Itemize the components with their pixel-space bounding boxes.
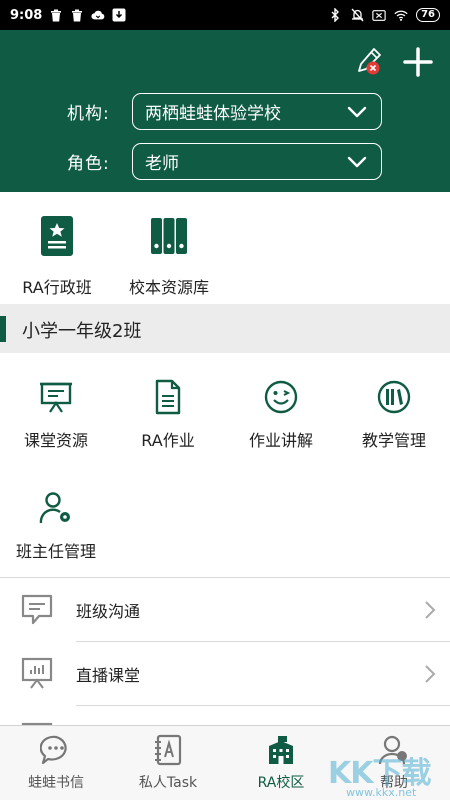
feature-grid: 课堂资源 RA作业 作业讲解 教学管理 班主任管理 xyxy=(0,353,450,577)
tile-label: 校本资源库 xyxy=(128,278,209,297)
feature-teaching-management[interactable]: 教学管理 xyxy=(338,379,450,451)
status-bar: 9:08 76 xyxy=(0,0,450,30)
list-item-partial[interactable] xyxy=(0,706,450,725)
list-item-class-communication[interactable]: 班级沟通 xyxy=(0,578,450,642)
chevron-down-icon xyxy=(347,154,367,168)
wifi-icon xyxy=(394,8,408,22)
badge-star-icon xyxy=(37,214,77,258)
feature-label: 教学管理 xyxy=(361,431,426,450)
no-sim-icon xyxy=(372,8,386,22)
user-settings-icon xyxy=(38,490,74,526)
feature-ra-homework[interactable]: RA作业 xyxy=(112,379,224,451)
battery-indicator: 76 xyxy=(416,8,440,22)
binders-icon xyxy=(149,214,189,258)
tile-resource-library[interactable]: 校本资源库 xyxy=(119,214,219,298)
chat-bubble-icon xyxy=(20,592,54,626)
chevron-right-icon xyxy=(424,600,436,620)
chevron-right-icon xyxy=(424,664,436,684)
feature-label: 课堂资源 xyxy=(23,431,88,450)
school-building-icon xyxy=(265,734,297,766)
bluetooth-icon xyxy=(328,8,342,22)
plus-icon xyxy=(402,47,434,82)
download-icon xyxy=(112,8,126,22)
feature-homework-explain[interactable]: 作业讲解 xyxy=(225,379,337,451)
org-row: 机构: 两栖蛙蛙体验学校 xyxy=(0,92,450,130)
role-value: 老师 xyxy=(145,153,179,174)
status-time: 9:08 xyxy=(10,7,43,23)
nav-help[interactable]: 帮助 xyxy=(338,726,450,800)
list-item-label: 直播课堂 xyxy=(76,666,141,685)
nav-label: 帮助 xyxy=(380,775,408,791)
role-label: 角色: xyxy=(67,153,110,174)
feature-label: RA作业 xyxy=(141,431,195,450)
chat-dots-icon xyxy=(39,734,72,766)
org-select[interactable]: 两栖蛙蛙体验学校 xyxy=(132,92,382,130)
org-label: 机构: xyxy=(67,103,110,124)
list-item-label: 班级沟通 xyxy=(76,602,141,621)
feature-class-resources[interactable]: 课堂资源 xyxy=(0,379,112,451)
menu-list: 班级沟通 直播课堂 xyxy=(0,577,450,725)
bottom-nav: 蛙蛙书信 私人Task RA校区 帮助 xyxy=(0,725,450,800)
chevron-down-icon xyxy=(347,104,367,118)
org-value: 两栖蛙蛙体验学校 xyxy=(145,103,281,124)
class-title: 小学一年级2班 xyxy=(22,321,142,342)
edit-button[interactable] xyxy=(356,46,384,76)
tile-label: RA行政班 xyxy=(22,278,92,297)
feature-head-teacher-management[interactable]: 班主任管理 xyxy=(0,490,112,562)
tile-ra-admin-class[interactable]: RA行政班 xyxy=(8,214,106,298)
nav-private-task[interactable]: 私人Task xyxy=(112,726,224,800)
quick-tiles: RA行政班 校本资源库 xyxy=(0,192,450,300)
role-select[interactable]: 老师 xyxy=(132,142,382,180)
notebook-a-icon xyxy=(152,734,184,766)
list-item-live-class[interactable]: 直播课堂 xyxy=(0,642,450,706)
class-bar-accent xyxy=(0,316,6,342)
books-circle-icon xyxy=(376,379,412,415)
class-bar[interactable]: 小学一年级2班 xyxy=(0,304,450,353)
feature-label: 班主任管理 xyxy=(15,542,96,561)
presentation-board-icon xyxy=(38,379,74,415)
help-user-icon xyxy=(378,734,410,766)
nav-letters[interactable]: 蛙蛙书信 xyxy=(0,726,112,800)
role-row: 角色: 老师 xyxy=(0,142,450,180)
wink-face-icon xyxy=(263,379,299,415)
nav-label: 私人Task xyxy=(138,775,198,791)
trash-icon xyxy=(49,8,63,22)
pencil-icon xyxy=(356,48,384,80)
feature-label: 作业讲解 xyxy=(248,431,313,450)
header: 机构: 两栖蛙蛙体验学校 角色: 老师 xyxy=(0,30,450,192)
bell-off-icon xyxy=(350,8,364,22)
nav-label: RA校区 xyxy=(257,775,305,791)
document-icon xyxy=(150,379,186,415)
cloud-icon xyxy=(91,8,105,22)
live-board-icon xyxy=(20,656,54,690)
trash-icon xyxy=(70,8,84,22)
nav-label: 蛙蛙书信 xyxy=(28,775,84,791)
nav-ra-campus[interactable]: RA校区 xyxy=(225,726,337,800)
add-button[interactable] xyxy=(402,46,434,78)
